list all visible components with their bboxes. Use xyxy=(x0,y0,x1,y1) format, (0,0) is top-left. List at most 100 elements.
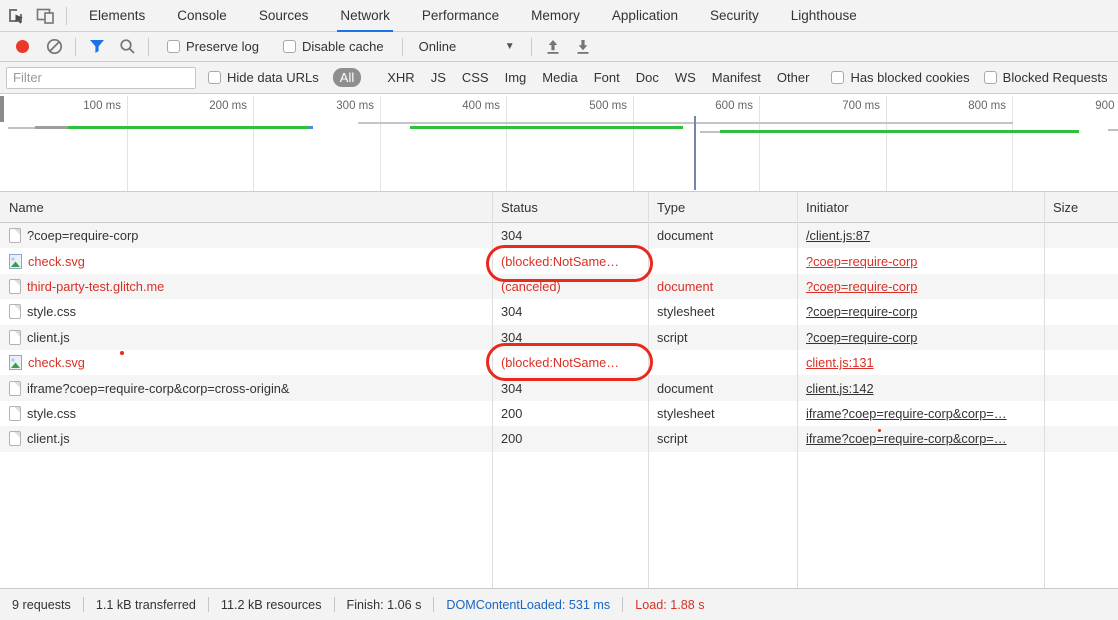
requests-count: 9 requests xyxy=(12,598,71,612)
divider xyxy=(66,7,67,25)
waterfall-bar xyxy=(310,126,313,129)
table-row[interactable]: client.js 200 script iframe?coep=require… xyxy=(0,426,1118,451)
gridline xyxy=(633,96,634,191)
time-tick-label: 800 ms xyxy=(932,100,1006,112)
request-initiator[interactable]: client.js:131 xyxy=(806,355,874,370)
request-type: document xyxy=(648,274,797,299)
request-size xyxy=(1044,401,1118,426)
overview-resize-handle[interactable] xyxy=(0,96,4,122)
request-name: iframe?coep=require-corp&corp=cross-orig… xyxy=(27,381,289,396)
table-row[interactable]: style.css 200 stylesheet iframe?coep=req… xyxy=(0,401,1118,426)
column-header-type[interactable]: Type xyxy=(648,192,797,222)
table-row[interactable]: style.css 304 stylesheet ?coep=require-c… xyxy=(0,299,1118,324)
filter-chip-css[interactable]: CSS xyxy=(462,70,489,85)
filter-chip-ws[interactable]: WS xyxy=(675,70,696,85)
column-header-size[interactable]: Size xyxy=(1044,192,1118,222)
finish-time: Finish: 1.06 s xyxy=(347,598,422,612)
request-status: 304 xyxy=(492,299,648,324)
tab-sources[interactable]: Sources xyxy=(256,0,312,32)
preserve-log-label: Preserve log xyxy=(186,39,259,54)
record-button[interactable] xyxy=(16,40,29,53)
tab-lighthouse[interactable]: Lighthouse xyxy=(788,0,860,32)
tab-network[interactable]: Network xyxy=(337,0,393,32)
request-size xyxy=(1044,426,1118,451)
filter-chip-all[interactable]: All xyxy=(333,68,361,87)
request-initiator[interactable]: ?coep=require-corp xyxy=(806,330,917,345)
tab-performance[interactable]: Performance xyxy=(419,0,502,32)
divider xyxy=(622,597,623,612)
request-size xyxy=(1044,223,1118,248)
hide-data-urls-checkbox[interactable]: Hide data URLs xyxy=(208,70,319,85)
request-initiator[interactable]: iframe?coep=require-corp&corp=… xyxy=(806,431,1007,446)
request-initiator[interactable]: ?coep=require-corp xyxy=(806,279,917,294)
blocked-requests-checkbox[interactable]: Blocked Requests xyxy=(984,70,1108,85)
tab-application[interactable]: Application xyxy=(609,0,681,32)
request-size xyxy=(1044,350,1118,375)
request-size xyxy=(1044,248,1118,273)
tab-security[interactable]: Security xyxy=(707,0,762,32)
filter-chip-doc[interactable]: Doc xyxy=(636,70,659,85)
preserve-log-checkbox[interactable]: Preserve log xyxy=(167,39,259,54)
inspect-element-icon[interactable] xyxy=(0,2,30,30)
waterfall-bar xyxy=(358,122,1013,124)
annotation-dot xyxy=(120,351,124,355)
import-har-icon[interactable] xyxy=(538,33,568,61)
tab-console[interactable]: Console xyxy=(174,0,230,32)
throttling-select[interactable]: Online ▼ xyxy=(419,39,515,54)
gridline xyxy=(380,96,381,191)
filter-chip-img[interactable]: Img xyxy=(505,70,527,85)
filter-chip-xhr[interactable]: XHR xyxy=(387,70,414,85)
request-initiator[interactable]: /client.js:87 xyxy=(806,228,870,243)
annotation-circle xyxy=(486,343,653,381)
tab-elements[interactable]: Elements xyxy=(86,0,148,32)
has-blocked-cookies-label: Has blocked cookies xyxy=(850,70,969,85)
time-tick-label: 400 ms xyxy=(426,100,500,112)
filter-chip-media[interactable]: Media xyxy=(542,70,577,85)
clear-icon[interactable] xyxy=(39,33,69,61)
column-divider[interactable] xyxy=(797,192,798,588)
search-icon[interactable] xyxy=(112,33,142,61)
request-name: client.js xyxy=(27,431,70,446)
filter-chip-manifest[interactable]: Manifest xyxy=(712,70,761,85)
request-size xyxy=(1044,274,1118,299)
image-icon xyxy=(9,355,22,370)
gridline xyxy=(253,96,254,191)
document-icon xyxy=(9,381,21,396)
chevron-down-icon: ▼ xyxy=(505,41,515,52)
request-initiator[interactable]: ?coep=require-corp xyxy=(806,304,917,319)
document-icon xyxy=(9,330,21,345)
filter-chip-other[interactable]: Other xyxy=(777,70,810,85)
network-filter-bar: Hide data URLs All XHR JS CSS Img Media … xyxy=(0,62,1118,94)
request-initiator[interactable]: iframe?coep=require-corp&corp=… xyxy=(806,406,1007,421)
gridline xyxy=(759,96,760,191)
request-status: 200 xyxy=(492,426,648,451)
filter-chip-js[interactable]: JS xyxy=(431,70,446,85)
timeline-marker-line xyxy=(694,116,696,190)
network-summary-bar: 9 requests 1.1 kB transferred 11.2 kB re… xyxy=(0,588,1118,620)
device-toolbar-icon[interactable] xyxy=(30,2,60,30)
waterfall-bar xyxy=(8,127,35,129)
document-icon xyxy=(9,228,21,243)
export-har-icon[interactable] xyxy=(568,33,598,61)
column-header-initiator[interactable]: Initiator xyxy=(797,192,1044,222)
divider xyxy=(148,38,149,56)
filter-funnel-icon[interactable] xyxy=(82,33,112,61)
tab-memory[interactable]: Memory xyxy=(528,0,583,32)
column-header-name[interactable]: Name xyxy=(0,192,492,222)
column-divider[interactable] xyxy=(1044,192,1045,588)
request-initiator[interactable]: ?coep=require-corp xyxy=(806,254,917,269)
timeline-overview[interactable]: 100 ms 200 ms 300 ms 400 ms 500 ms 600 m… xyxy=(0,94,1118,192)
disable-cache-checkbox[interactable]: Disable cache xyxy=(283,39,384,54)
filter-chip-font[interactable]: Font xyxy=(594,70,620,85)
time-tick-label: 900 ms xyxy=(1059,100,1118,112)
filter-input[interactable] xyxy=(6,67,196,89)
has-blocked-cookies-checkbox[interactable]: Has blocked cookies xyxy=(831,70,969,85)
hide-data-urls-label: Hide data URLs xyxy=(227,70,319,85)
load-time: Load: 1.88 s xyxy=(635,598,704,612)
request-name: third-party-test.glitch.me xyxy=(27,279,164,294)
request-initiator[interactable]: client.js:142 xyxy=(806,381,874,396)
request-type: script xyxy=(648,426,797,451)
column-header-status[interactable]: Status xyxy=(492,192,648,222)
resources-size: 11.2 kB resources xyxy=(221,598,322,612)
divider xyxy=(208,597,209,612)
